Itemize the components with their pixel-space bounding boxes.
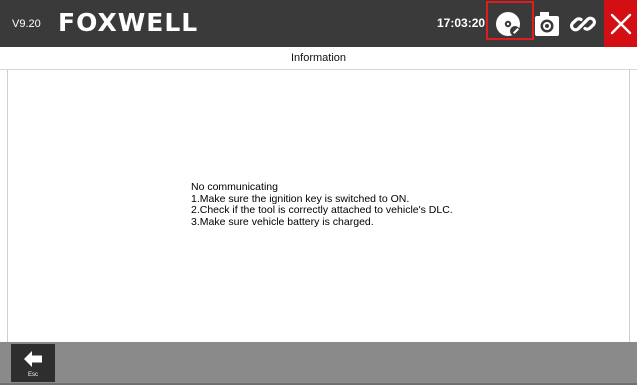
vci-disc-icon (496, 11, 520, 36)
close-button[interactable] (604, 0, 637, 47)
camera-icon (535, 11, 559, 36)
version-label: V9.20 (12, 18, 41, 30)
link-icon (570, 16, 596, 31)
esc-button[interactable]: Esc (11, 344, 55, 382)
back-arrow-icon (24, 351, 42, 367)
message-line: 3.Make sure vehicle battery is charged. (191, 215, 374, 228)
message-line: No communicating (191, 181, 278, 193)
page-title: Information (290, 52, 347, 64)
connection-button[interactable] (564, 0, 602, 47)
clock: 17:03:20 (437, 16, 486, 30)
bottom-toolbar: Esc (0, 342, 637, 385)
close-icon (610, 13, 631, 34)
top-bar: V9.20 FOXWELL 17:03:20 (0, 0, 637, 47)
vci-button[interactable] (487, 0, 531, 47)
content-area: No communicating 1.Make sure the ignitio… (7, 70, 630, 342)
esc-label: Esc (27, 372, 38, 378)
brand-logo: FOXWELL (58, 8, 199, 37)
page-header: Information (0, 47, 637, 70)
screenshot-button[interactable] (531, 0, 563, 47)
message-line: 2.Check if the tool is correctly attache… (191, 204, 453, 216)
info-message: No communicating 1.Make sure the ignitio… (191, 181, 453, 228)
